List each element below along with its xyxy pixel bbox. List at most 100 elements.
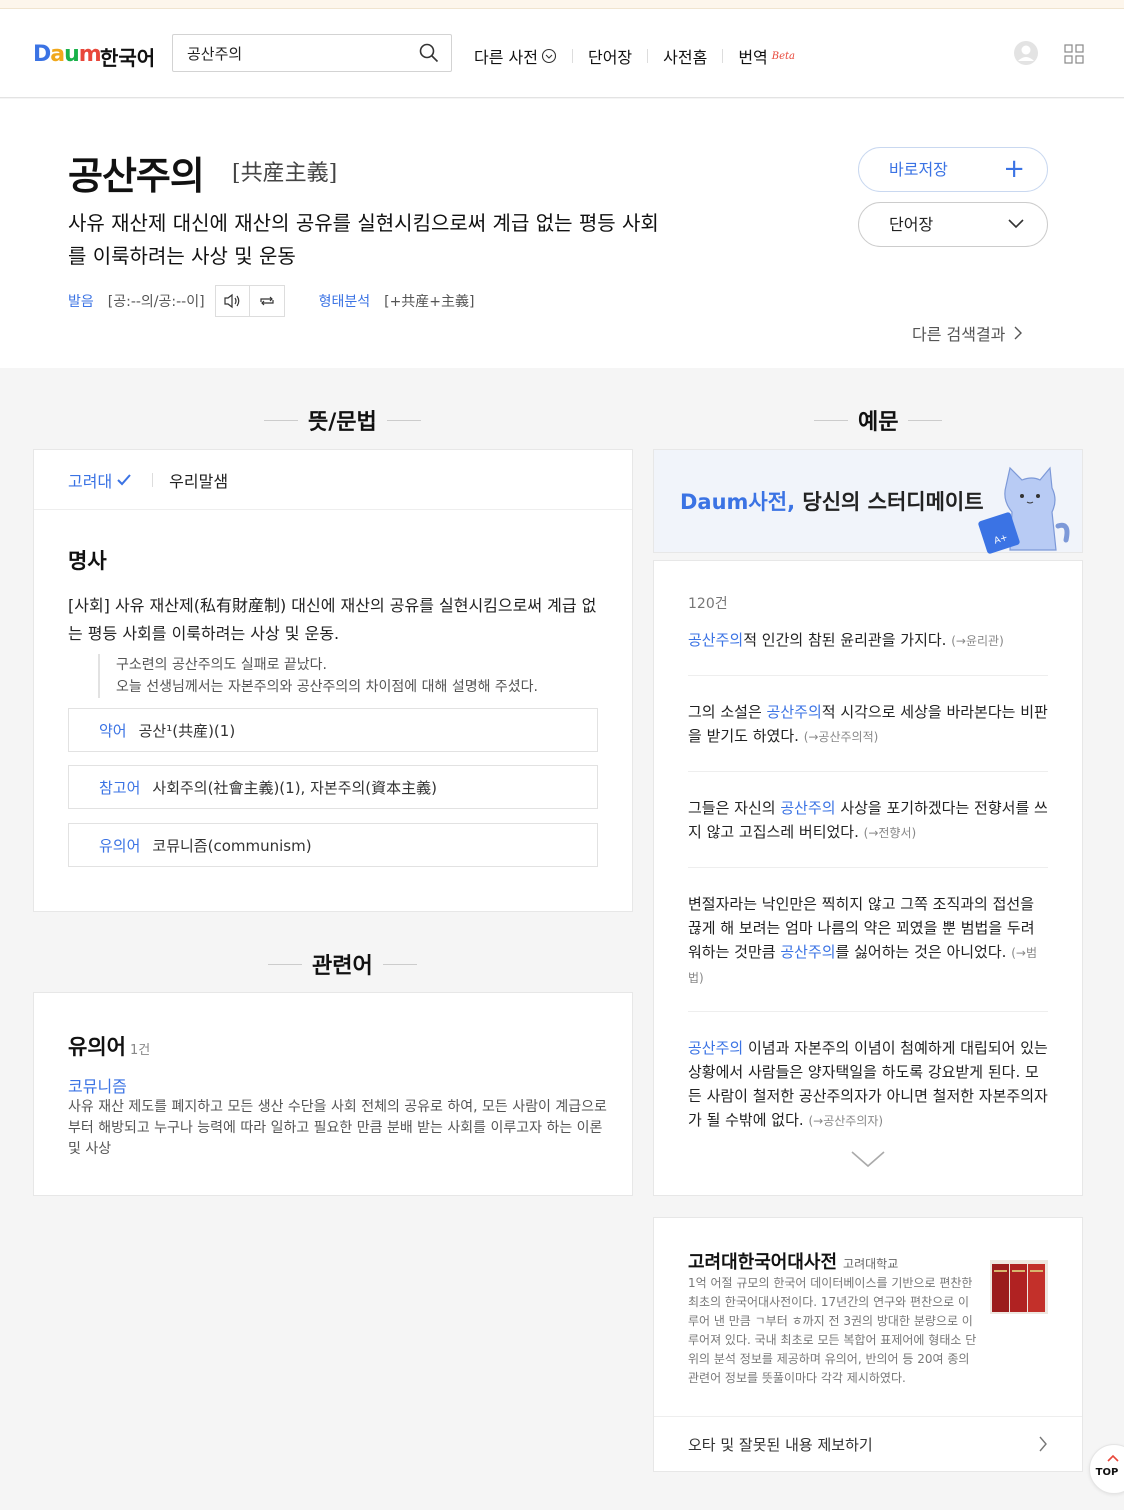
quick-save-button[interactable]: 바로저장 + [858, 147, 1048, 192]
logo-letter: u [64, 42, 80, 67]
example-divider [688, 675, 1048, 676]
apps-grid-icon[interactable] [1064, 44, 1084, 68]
wordbook-select[interactable]: 단어장 [858, 202, 1048, 247]
entry-hanja: [共産主義] [232, 161, 338, 186]
other-results-link[interactable]: 다른 검색결과 [912, 321, 1023, 345]
usage-example: 오늘 선생님께서는 자본주의와 공산주의의 차이점에 대해 설명해 주셨다. [116, 679, 538, 695]
usage-examples: 구소련의 공산주의도 실패로 끝났다. 오늘 선생님께서는 자본주의와 공산주의… [98, 654, 538, 698]
title-line [264, 419, 298, 421]
title-line [814, 419, 848, 421]
examples-card: 120건 공산주의적 인간의 참된 윤리관을 가지다. (→윤리관) 그의 소설… [653, 560, 1083, 1196]
example-highlight: 공산주의 [688, 1039, 744, 1057]
example-highlight: 공산주의 [780, 943, 836, 961]
relation-value: 코뮤니즘(communism) [152, 836, 312, 855]
title-line [386, 419, 421, 421]
synonym-heading: 유의어 1건 [68, 1031, 150, 1061]
beta-badge: Beta [771, 50, 796, 62]
example-source: (→전향서) [863, 826, 917, 840]
synonym-heading-text: 유의어 [68, 1035, 126, 1059]
logo-letter: D [33, 42, 51, 67]
top-notice-bar [0, 0, 1124, 9]
relation-synonym[interactable]: 유의어 코뮤니즘(communism) [68, 823, 598, 867]
banner-text: Daum사전, 당신의 스터디메이트 [680, 486, 984, 516]
nav-label: 번역 [738, 48, 768, 67]
example-text: 그들은 자신의 [688, 799, 781, 817]
speaker-icon [224, 293, 240, 309]
chevron-right-icon [1039, 1436, 1047, 1452]
tab-label: 고려대 [68, 471, 113, 491]
example-sentence[interactable]: 그의 소설은 공산주의적 시각으로 세상을 바라본다는 비판을 받기도 하였다.… [688, 700, 1048, 749]
example-source: (→공산주의자) [808, 1114, 884, 1128]
dictionary-tabs: 고려대 우리말샘 [34, 450, 632, 510]
example-source: (→공산주의적) [803, 730, 879, 744]
banner-brand: Daum사전, [680, 490, 796, 514]
example-text: 를 싫어하는 것은 아니었다. [835, 943, 1007, 961]
dictionary-info-card: 고려대한국어대사전 고려대학교 1억 어절 규모의 한국어 데이터베이스를 기반으… [653, 1217, 1083, 1472]
relation-reference[interactable]: 참고어 사회주의(社會主義)(1), 자본주의(資本主義) [68, 765, 598, 809]
nav-wordbook[interactable]: 단어장 [588, 44, 632, 68]
nav-divider [647, 49, 649, 63]
pronunciation-row: 발음 [공:--의/공:--이] 형태분석 [+共産+主義] [68, 285, 475, 317]
part-of-speech: 명사 [68, 549, 107, 573]
example-sentence[interactable]: 그들은 자신의 공산주의 사상을 포기하겠다는 전향서를 쓰지 않고 고집스레 … [688, 796, 1048, 845]
nav-divider [571, 49, 573, 63]
usage-example: 구소련의 공산주의도 실패로 끝났다. [116, 657, 327, 673]
example-sentence[interactable]: 공산주의적 인간의 참된 윤리관을 가지다. (→윤리관) [688, 628, 1048, 653]
section-title-text: 뜻/문법 [308, 410, 377, 435]
search-icon[interactable] [419, 43, 439, 67]
section-title-text: 관련어 [312, 954, 373, 979]
tab-korea-univ[interactable]: 고려대 [68, 468, 132, 492]
profile-icon[interactable] [1013, 40, 1039, 70]
top-label: TOP [1095, 1467, 1119, 1478]
relation-key: 참고어 [99, 778, 141, 797]
nav-dictionary-home[interactable]: 사전홈 [663, 44, 707, 68]
speaker-button[interactable] [214, 285, 250, 317]
meaning-section-title: 뜻/문법 [254, 404, 431, 436]
dictionary-description: 1억 어절 규모의 한국어 데이터베이스를 기반으로 편찬한 최초의 한국어대사… [688, 1276, 977, 1385]
relation-key: 약어 [99, 721, 127, 740]
examples-section-title: 예문 [804, 404, 952, 436]
title-line [908, 419, 943, 421]
plus-icon: + [1003, 154, 1025, 184]
nav-label: 다른 사전 [474, 48, 538, 67]
tab-urimalsaem[interactable]: 우리말샘 [169, 468, 228, 492]
relation-abbreviation[interactable]: 약어 공산¹(共産)(1) [68, 708, 598, 752]
nav-translate[interactable]: 번역 Beta [738, 44, 795, 68]
audio-controls [214, 285, 285, 317]
meaning-card: 고려대 우리말샘 명사 [사회] 사유 재산제(私有財産制) 대신에 재산의 공… [33, 449, 633, 912]
nav-other-dictionaries[interactable]: 다른 사전 [474, 44, 557, 68]
report-error-link[interactable]: 오타 및 잘못된 내용 제보하기 [654, 1416, 1082, 1472]
related-section-title: 관련어 [258, 948, 427, 980]
chevron-circle-icon [541, 48, 557, 64]
entry-summary: 사유 재산제 대신에 재산의 공유를 실현시킴으로써 계급 없는 평등 사회를 … [68, 211, 659, 268]
report-label: 오타 및 잘못된 내용 제보하기 [688, 1436, 873, 1454]
daum-logo[interactable]: Daum [33, 42, 102, 67]
synonym-description: 사유 재산 제도를 폐지하고 모든 생산 수단을 사회 전체의 공유로 하여, … [68, 1099, 607, 1157]
example-highlight: 공산주의 [766, 703, 822, 721]
scroll-top-button[interactable]: TOP [1089, 1444, 1124, 1494]
example-source: (→윤리관) [951, 634, 1004, 648]
entry-word: 공산주의 [68, 154, 205, 198]
more-chevron-icon[interactable] [850, 1149, 886, 1173]
definition: [사회] 사유 재산제(私有財産制) 대신에 재산의 공유를 실현시킴으로써 계… [68, 596, 597, 643]
example-text: 그의 소설은 [688, 703, 767, 721]
dictionary-title: 고려대한국어대사전 고려대학교 [688, 1248, 898, 1274]
example-divider [688, 771, 1048, 772]
promo-banner[interactable]: Daum사전, 당신의 스터디메이트 A+ [653, 449, 1083, 554]
example-sentence[interactable]: 변절자라는 낙인만은 찍히지 않고 그쪽 조직과의 접선을 끊게 해 보려는 엄… [688, 892, 1048, 990]
example-divider [688, 1011, 1048, 1012]
search-input[interactable] [187, 43, 407, 63]
dictionary-language[interactable]: 한국어 [100, 42, 155, 71]
example-sentence[interactable]: 공산주의 이념과 자본주의 이념이 첨예하게 대립되어 있는 상황에서 사람들은… [688, 1036, 1048, 1133]
pronunciation-label: 발음 [68, 294, 94, 310]
other-results-label: 다른 검색결과 [912, 325, 1006, 344]
example-highlight: 공산주의 [688, 631, 744, 649]
entry-header: 공산주의 [共産主義] 사유 재산제 대신에 재산의 공유를 실현시킴으로써 계… [0, 99, 1124, 368]
chevron-up-icon [1107, 1454, 1119, 1462]
nav-divider [722, 49, 724, 63]
synonym-word-link[interactable]: 코뮤니즘 [68, 1073, 127, 1097]
repeat-button[interactable] [249, 285, 285, 317]
related-card: 유의어 1건 코뮤니즘 사유 재산 제도를 폐지하고 모든 생산 수단을 사회 전… [33, 992, 633, 1196]
relation-value: 사회주의(社會主義)(1), 자본주의(資本主義) [152, 778, 437, 797]
synonym-count: 1건 [129, 1043, 151, 1058]
